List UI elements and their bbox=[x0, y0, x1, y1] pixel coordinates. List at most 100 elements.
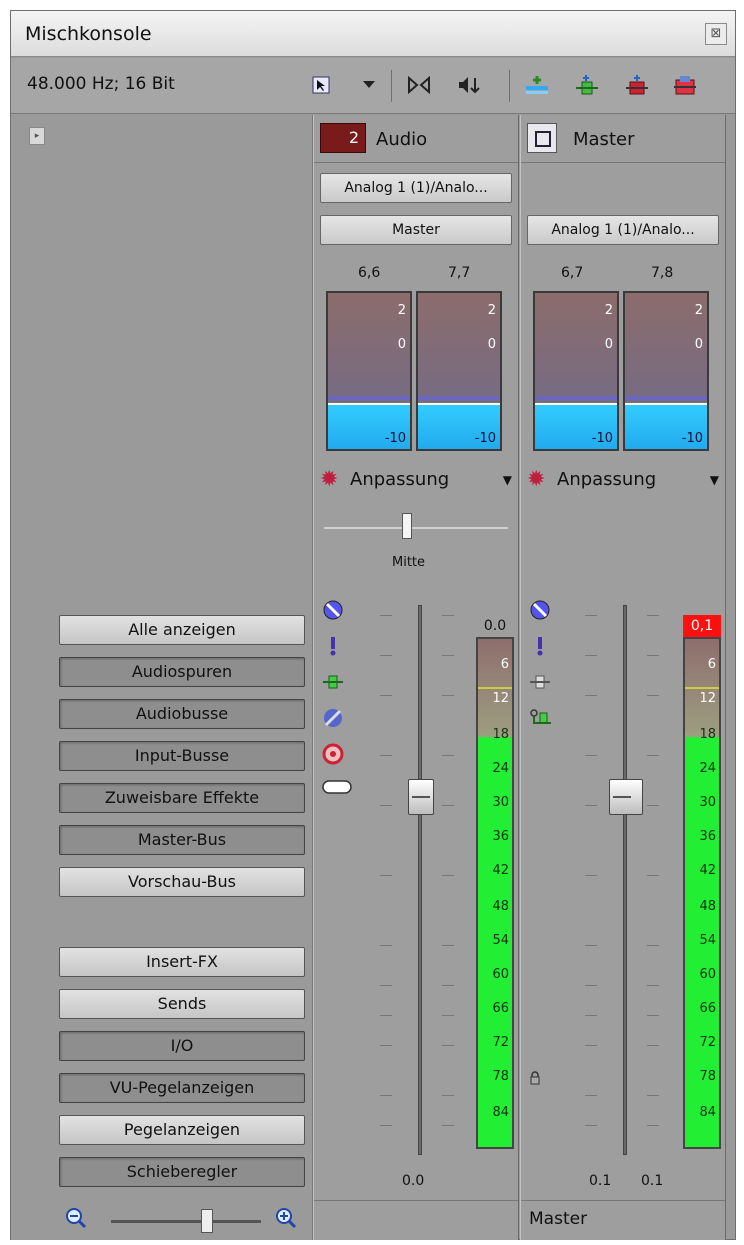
meter-tick: 54 bbox=[492, 933, 509, 948]
fader-tick bbox=[380, 1015, 392, 1016]
fader-value[interactable]: 0.0 bbox=[402, 1173, 424, 1189]
fader-thumb[interactable] bbox=[408, 779, 434, 815]
assignable-fx-button[interactable]: Zuweisbare Effekte bbox=[59, 783, 305, 813]
channel-name[interactable]: Master bbox=[573, 129, 634, 150]
fader-tick bbox=[380, 755, 392, 756]
meter-tick: 66 bbox=[492, 1001, 509, 1016]
vu-peak-left: 6,6 bbox=[358, 265, 381, 281]
insert-bus-icon[interactable] bbox=[523, 72, 551, 98]
fader-tick bbox=[380, 805, 392, 806]
pan-slider-thumb[interactable] bbox=[402, 513, 412, 539]
insert-fx-icon[interactable] bbox=[322, 671, 344, 698]
fader-tick bbox=[442, 945, 454, 946]
meter-tick: 72 bbox=[492, 1035, 509, 1050]
channel-footer bbox=[314, 1200, 518, 1238]
channel-footer-name[interactable]: Master bbox=[529, 1209, 587, 1229]
output-selector[interactable]: Analog 1 (1)/Analo... bbox=[527, 215, 719, 245]
insert-fx-button[interactable]: Insert-FX bbox=[59, 947, 305, 977]
zoom-in-icon[interactable] bbox=[275, 1207, 297, 1234]
fader-value-left[interactable]: 0.1 bbox=[589, 1173, 611, 1189]
solo-icon[interactable] bbox=[529, 635, 551, 662]
mono-icon[interactable] bbox=[529, 707, 553, 734]
meter-tick: 30 bbox=[699, 795, 716, 810]
input-buses-button[interactable]: Input-Busse bbox=[59, 741, 305, 771]
master-bus-button[interactable]: Master-Bus bbox=[59, 825, 305, 855]
zoom-out-icon[interactable] bbox=[65, 1207, 87, 1234]
mute-icon[interactable] bbox=[529, 599, 551, 626]
fader-tick bbox=[380, 1125, 392, 1126]
fader-tick bbox=[647, 655, 659, 656]
show-all-button[interactable]: Alle anzeigen bbox=[59, 615, 305, 645]
fader-tick bbox=[585, 1125, 597, 1126]
output-selector[interactable]: Master bbox=[320, 215, 512, 245]
sends-button[interactable]: Sends bbox=[59, 989, 305, 1019]
peak-value[interactable]: 0,1 bbox=[683, 615, 721, 637]
vu-tick: 2 bbox=[397, 303, 406, 318]
fader-track[interactable] bbox=[418, 605, 422, 1155]
fader-tick bbox=[647, 985, 659, 986]
phase-invert-icon[interactable] bbox=[322, 707, 344, 734]
record-arm-icon[interactable] bbox=[322, 743, 344, 770]
fader-tick bbox=[647, 875, 659, 876]
zoom-slider-thumb[interactable] bbox=[201, 1209, 213, 1233]
fader-tick bbox=[647, 1015, 659, 1016]
toolbar: 48.000 Hz; 16 Bit bbox=[11, 58, 735, 114]
insert-input-bus-icon[interactable] bbox=[671, 72, 699, 98]
audio-format-label: 48.000 Hz; 16 Bit bbox=[27, 74, 175, 94]
dropdown-icon[interactable] bbox=[355, 72, 383, 98]
zoom-slider-track[interactable] bbox=[111, 1220, 261, 1223]
monitor-icon[interactable] bbox=[322, 779, 352, 800]
fader-tick bbox=[442, 695, 454, 696]
close-button[interactable]: ⊠ bbox=[705, 23, 727, 45]
mixing-console-window: Mischkonsole ⊠ 48.000 Hz; 16 Bit ▸ Alle … bbox=[10, 10, 736, 1240]
vu-meters-button[interactable]: VU-Pegelanzeigen bbox=[59, 1073, 305, 1103]
track-number-badge[interactable]: 2 bbox=[320, 123, 366, 153]
fader-tick bbox=[442, 1095, 454, 1096]
audio-buses-button[interactable]: Audiobusse bbox=[59, 699, 305, 729]
gear-icon[interactable]: ✹ bbox=[320, 467, 338, 492]
meter-tick: 18 bbox=[492, 727, 509, 742]
meter-tick: 36 bbox=[492, 829, 509, 844]
lock-icon[interactable] bbox=[529, 1071, 541, 1088]
mute-icon[interactable] bbox=[322, 599, 344, 626]
fader-tick bbox=[585, 1095, 597, 1096]
input-selector[interactable]: Analog 1 (1)/Analo... bbox=[320, 173, 512, 203]
fx-label[interactable]: Anpassung bbox=[350, 469, 449, 490]
vu-tick: 2 bbox=[487, 303, 496, 318]
fx-label[interactable]: Anpassung bbox=[557, 469, 656, 490]
select-icon[interactable] bbox=[307, 72, 335, 98]
fader-tick bbox=[647, 805, 659, 806]
insert-assignable-icon[interactable] bbox=[623, 72, 651, 98]
fader-value-right[interactable]: 0.1 bbox=[641, 1173, 663, 1189]
meter-tick: 54 bbox=[699, 933, 716, 948]
chevron-down-icon[interactable]: ▼ bbox=[710, 473, 719, 487]
meter-tick: 66 bbox=[699, 1001, 716, 1016]
meter-tick: 78 bbox=[699, 1069, 716, 1084]
peak-value[interactable]: 0.0 bbox=[476, 615, 514, 637]
meters-button[interactable]: Pegelanzeigen bbox=[59, 1115, 305, 1145]
expand-icon[interactable]: ▸ bbox=[29, 127, 45, 145]
fader-thumb[interactable] bbox=[609, 779, 643, 815]
faders-button[interactable]: Schieberegler bbox=[59, 1157, 305, 1187]
fx-chain[interactable]: ✹ Anpassung ▼ bbox=[320, 467, 512, 495]
insert-fx-icon[interactable] bbox=[529, 671, 551, 698]
pan-slider-track[interactable] bbox=[324, 527, 508, 529]
solo-icon[interactable] bbox=[322, 635, 344, 662]
channel-name[interactable]: Audio bbox=[376, 129, 427, 150]
chevron-down-icon[interactable]: ▼ bbox=[503, 473, 512, 487]
fx-chain[interactable]: ✹ Anpassung ▼ bbox=[527, 467, 719, 495]
gear-icon[interactable]: ✹ bbox=[527, 467, 545, 492]
insert-fx-icon[interactable] bbox=[573, 72, 601, 98]
io-button[interactable]: I/O bbox=[59, 1031, 305, 1061]
fader-track[interactable] bbox=[623, 605, 627, 1155]
meter-tick: 84 bbox=[492, 1105, 509, 1120]
meter-tick: 6 bbox=[500, 657, 509, 672]
dim-icon[interactable] bbox=[455, 72, 483, 98]
audio-tracks-button[interactable]: Audiospuren bbox=[59, 657, 305, 687]
preview-bus-button[interactable]: Vorschau-Bus bbox=[59, 867, 305, 897]
vu-tick: 2 bbox=[604, 303, 613, 318]
master-icon[interactable] bbox=[527, 123, 557, 153]
fader-tick bbox=[585, 695, 597, 696]
vu-meter-left: 2 0 -10 bbox=[533, 291, 619, 451]
downmix-icon[interactable] bbox=[405, 72, 433, 98]
